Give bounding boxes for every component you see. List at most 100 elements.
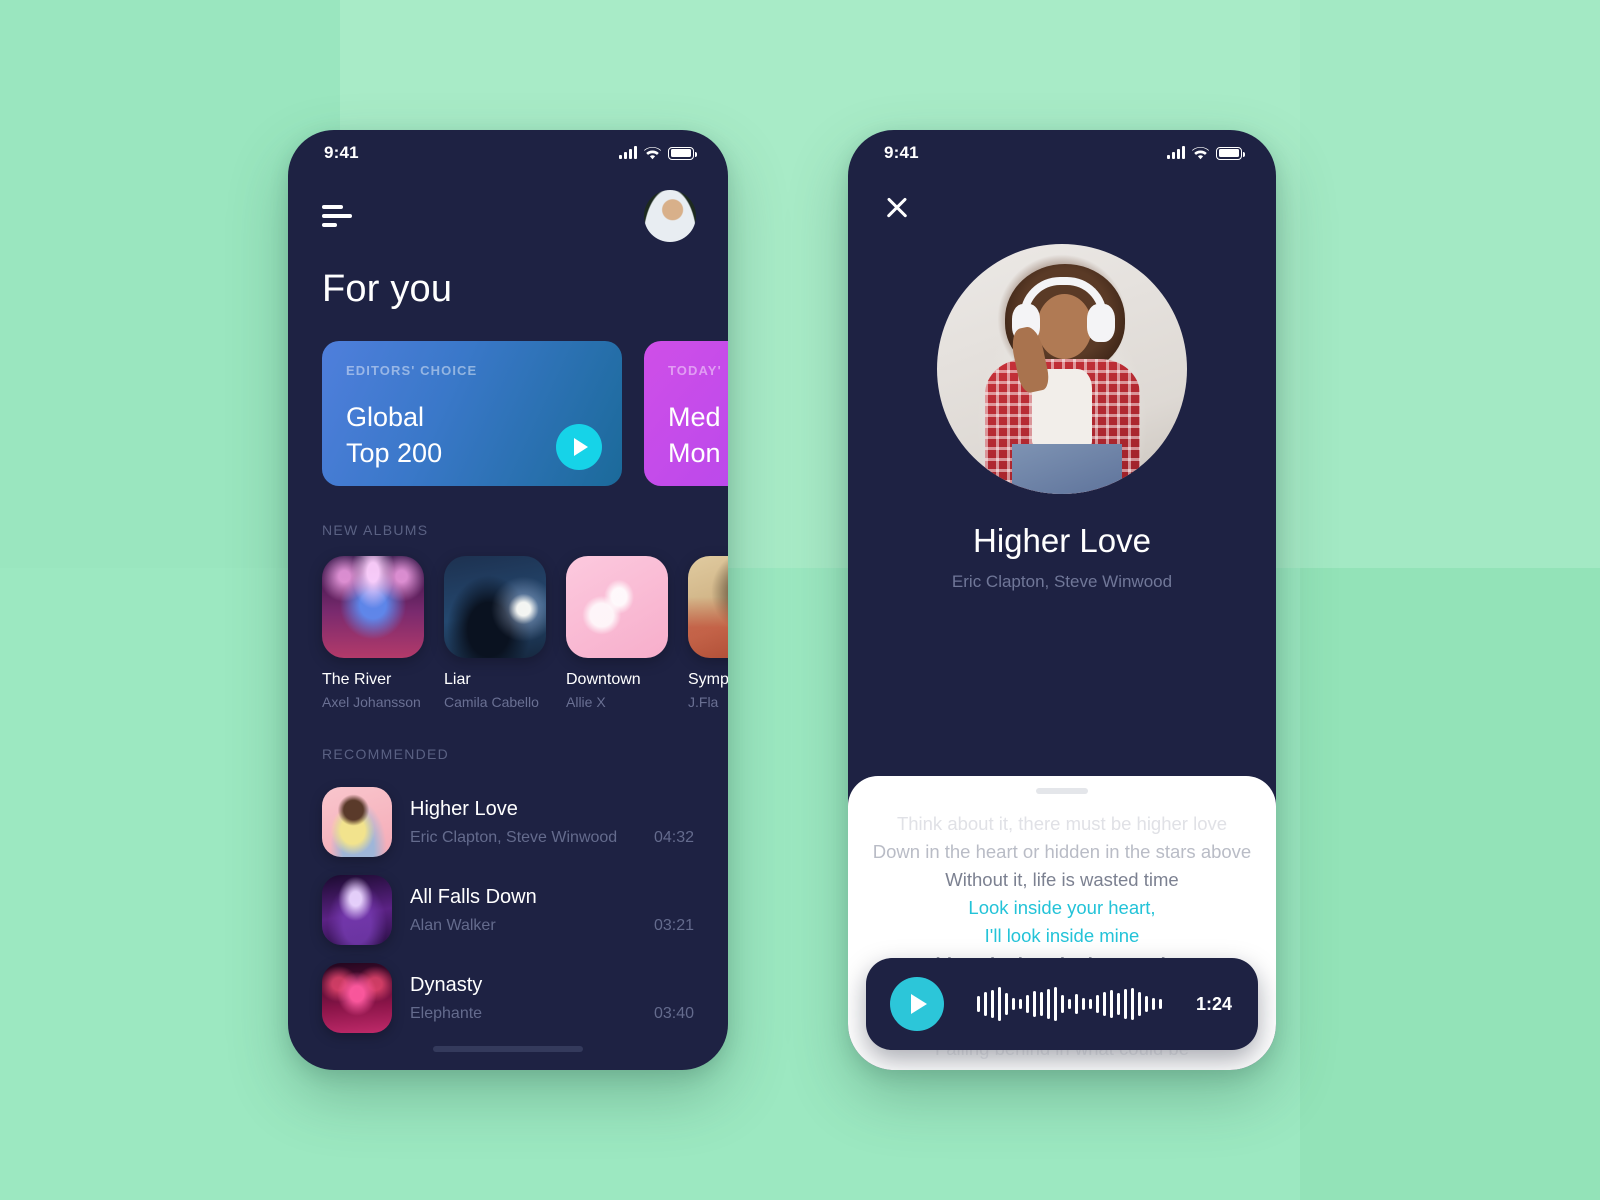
album-name: Symp (688, 671, 728, 688)
album-artwork (322, 556, 424, 658)
waveform-bar (1138, 992, 1142, 1016)
track-meta: Dynasty Elephante 03:40 (410, 974, 694, 1023)
audio-waveform[interactable] (964, 983, 1176, 1025)
lyric-line-active: I'll look inside mine (984, 925, 1140, 947)
album-card[interactable]: Symp J.Fla (688, 556, 728, 710)
album-artist: Axel Johansson (322, 694, 421, 710)
waveform-bar (1145, 996, 1149, 1012)
track-meta: All Falls Down Alan Walker 03:21 (410, 886, 694, 935)
featured-card-kicker: EDITORS' CHOICE (346, 363, 478, 378)
status-time: 9:41 (324, 143, 359, 162)
status-bar-player: 9:41 (848, 130, 1276, 176)
status-time: 9:41 (884, 143, 919, 162)
waveform-bar (991, 990, 995, 1018)
waveform-bar (1159, 999, 1163, 1009)
phone-home-screen: 9:41 For you EDITORS' CHOICE Global Top … (288, 130, 728, 1070)
waveform-bar (1124, 989, 1128, 1019)
track-subline: Alan Walker 03:21 (410, 917, 694, 935)
album-artist: J.Fla (688, 694, 719, 710)
waveform-bar (977, 996, 981, 1012)
album-name: Downtown (566, 671, 641, 688)
song-artist: Eric Clapton, Steve Winwood (951, 572, 1173, 591)
track-subline: Elephante 03:40 (410, 1005, 694, 1023)
avatar[interactable] (644, 190, 696, 242)
album-artist: Allie X (566, 694, 606, 710)
album-name: The River (322, 671, 392, 688)
status-bar-home: 9:41 (288, 130, 728, 176)
cellular-signal-icon (619, 146, 637, 159)
waveform-bar (1117, 993, 1121, 1015)
featured-carousel[interactable]: EDITORS' CHOICE Global Top 200 TODAY' Me… (288, 311, 728, 486)
waveform-bar (1152, 998, 1156, 1010)
waveform-bar (1103, 992, 1107, 1016)
track-duration: 04:32 (653, 828, 694, 846)
waveform-bar (1110, 990, 1114, 1018)
table-row[interactable]: All Falls Down Alan Walker 03:21 (322, 866, 694, 954)
track-artist: Eric Clapton, Steve Winwood (410, 828, 618, 846)
waveform-bar (1026, 995, 1030, 1013)
album-name: Liar (444, 671, 471, 688)
home-header (288, 176, 728, 242)
section-label-recommended: RECOMMENDED (322, 746, 450, 762)
track-subline: Eric Clapton, Steve Winwood 04:32 (410, 829, 694, 847)
track-artwork (322, 875, 392, 945)
track-title: All Falls Down (410, 885, 537, 908)
home-indicator[interactable] (433, 1046, 583, 1052)
page-title: For you (322, 268, 453, 310)
player-bar: 1:24 (866, 958, 1258, 1050)
track-artist: Alan Walker (410, 916, 496, 934)
album-artwork (566, 556, 668, 658)
waveform-bar (984, 992, 988, 1016)
cover-wrapper (848, 244, 1276, 494)
play-icon[interactable] (890, 977, 944, 1031)
cover-detail-jeans (1012, 444, 1122, 494)
featured-card-title-line2: Mon (668, 437, 721, 468)
featured-card-kicker: TODAY' (668, 363, 722, 378)
cover-detail-headphone-cup-right (1087, 304, 1115, 342)
battery-full-icon (668, 146, 697, 160)
track-title: Higher Love (410, 797, 518, 820)
track-artwork (322, 963, 392, 1033)
featured-card-todays-mood[interactable]: TODAY' Med Mon (644, 341, 728, 486)
waveform-bar (1019, 999, 1023, 1009)
lyric-line: Down in the heart or hidden in the stars… (872, 841, 1252, 863)
album-artist: Camila Cabello (444, 694, 539, 710)
battery-full-icon (1216, 146, 1245, 160)
table-row[interactable]: Higher Love Eric Clapton, Steve Winwood … (322, 778, 694, 866)
track-duration: 03:40 (653, 1004, 694, 1022)
track-meta: Higher Love Eric Clapton, Steve Winwood … (410, 798, 694, 847)
new-albums-row[interactable]: The River Axel Johansson Liar Camila Cab… (288, 538, 728, 710)
close-icon[interactable] (882, 192, 912, 222)
screenshot-canvas: 9:41 For you EDITORS' CHOICE Global Top … (0, 0, 1600, 1200)
waveform-bar (1075, 994, 1079, 1014)
cellular-signal-icon (1167, 146, 1185, 159)
waveform-bar (1033, 991, 1037, 1017)
recommended-track-list: Higher Love Eric Clapton, Steve Winwood … (288, 762, 728, 1042)
featured-card-title-line1: Global (346, 402, 425, 432)
featured-card-editors-choice[interactable]: EDITORS' CHOICE Global Top 200 (322, 341, 622, 486)
waveform-bar (1040, 992, 1044, 1016)
album-cover-art (937, 244, 1187, 494)
album-card[interactable]: Liar Camila Cabello (444, 556, 546, 710)
track-duration: 03:21 (653, 916, 694, 934)
waveform-bar (1061, 995, 1065, 1013)
waveform-bar (1054, 987, 1058, 1021)
waveform-bar (1089, 999, 1093, 1009)
status-icons (1167, 146, 1245, 160)
lyric-line: Think about it, there must be higher lov… (896, 813, 1228, 834)
waveform-bar (1012, 998, 1016, 1010)
waveform-bar (1096, 995, 1100, 1013)
song-title: Higher Love (973, 522, 1151, 559)
waveform-bar (1082, 998, 1086, 1010)
lyric-line: Without it, life is wasted time (945, 869, 1179, 891)
wifi-icon (1192, 146, 1209, 160)
lyric-line-active: Look inside your heart, (968, 897, 1156, 919)
album-card[interactable]: The River Axel Johansson (322, 556, 424, 710)
hamburger-menu-icon[interactable] (322, 205, 352, 227)
table-row[interactable]: Dynasty Elephante 03:40 (322, 954, 694, 1042)
play-icon[interactable] (556, 424, 602, 470)
album-artwork (688, 556, 728, 658)
status-icons (619, 146, 697, 160)
section-label-new-albums: NEW ALBUMS (322, 522, 429, 538)
album-card[interactable]: Downtown Allie X (566, 556, 668, 710)
